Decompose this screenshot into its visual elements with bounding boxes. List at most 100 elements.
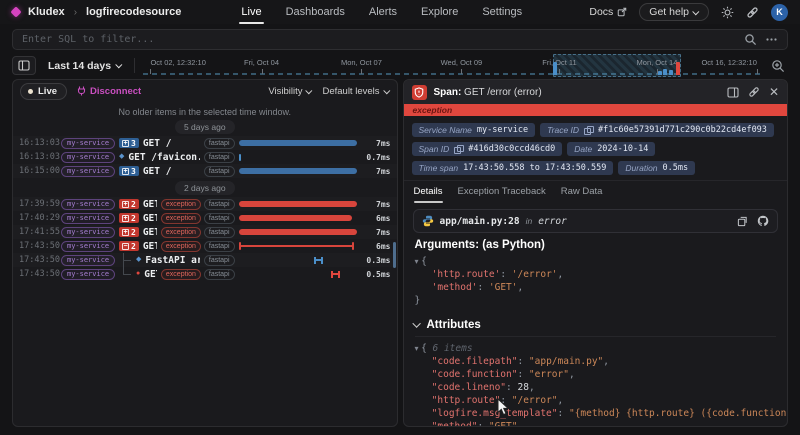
visibility-dropdown[interactable]: Visibility — [268, 86, 312, 97]
close-icon[interactable]: ✕ — [769, 86, 779, 98]
share-link-button[interactable] — [746, 6, 759, 19]
copy-icon[interactable] — [737, 216, 748, 227]
github-icon[interactable] — [757, 215, 769, 227]
code-token-key: "logfire.msg_template" — [432, 408, 558, 419]
service-cell: my-service — [61, 213, 119, 224]
span-title-text: GET /error (error) — [461, 87, 541, 98]
breadcrumb-org[interactable]: Kludex — [28, 6, 65, 18]
zoom-in-icon — [771, 59, 785, 73]
duration-label: 0.7ms — [357, 153, 397, 162]
meta-label: Trace ID — [547, 125, 579, 135]
trace-row[interactable]: 16:15:00my-service+3GET /fastapi7ms — [13, 164, 397, 178]
copy-icon[interactable] — [454, 145, 463, 154]
trace-row[interactable]: 17:43:50my-service●GET /error (error)exc… — [13, 267, 397, 281]
span-name: GET /error — [143, 199, 157, 210]
span-main-cell: −2 GET /error — [119, 241, 157, 252]
tag-list: exceptionfastapi — [161, 269, 235, 280]
expand-toggle[interactable]: −2 — [119, 241, 139, 251]
code-line: ▾ { — [415, 255, 777, 268]
row-timestamp: 17:39:59 — [13, 199, 61, 209]
diamond-marker-icon: ◆ — [119, 150, 124, 164]
span-detail-tabs: Details Exception Traceback Raw Data — [404, 180, 788, 202]
tree-connector-icon — [119, 253, 132, 267]
expand-toggle[interactable]: +3 — [119, 138, 139, 148]
attributes-heading[interactable]: Attributes — [415, 319, 777, 337]
meta-duration: Duration0.5ms — [618, 161, 695, 175]
detail-tab-raw-data[interactable]: Raw Data — [561, 181, 603, 203]
detail-tab-exception-traceback[interactable]: Exception Traceback — [458, 181, 546, 203]
exception-banner: exception — [404, 104, 788, 116]
more-options-icon[interactable] — [765, 33, 778, 46]
time-range-label: Last 14 days — [48, 60, 111, 72]
disconnect-button[interactable]: Disconnect — [77, 86, 141, 97]
meta-time-span: Time span17:43:50.558 to 17:43:50.559 — [412, 161, 614, 175]
span-name: GET /error — [143, 241, 157, 252]
timeline-date-label: Oct 16, 12:32:10 — [701, 58, 756, 67]
expand-box-icon: + — [122, 168, 129, 175]
code-token-key: "method" — [432, 421, 478, 427]
duration-bar-zone — [239, 165, 357, 178]
service-tag: my-service — [61, 213, 115, 224]
scrollbar-thumb[interactable] — [393, 242, 396, 268]
tab-dashboards[interactable]: Dashboards — [286, 0, 345, 24]
expand-toggle[interactable]: +2 — [119, 227, 139, 237]
default-levels-dropdown[interactable]: Default levels — [322, 86, 389, 97]
copy-icon[interactable] — [584, 126, 593, 135]
code-token-key: "http.route" — [432, 395, 501, 406]
arguments-heading-label: Arguments: — [415, 239, 480, 251]
chevron-down-icon — [306, 87, 313, 94]
expand-toggle[interactable]: +2 — [119, 199, 139, 209]
dock-panel-icon[interactable] — [727, 87, 739, 98]
search-icon[interactable] — [744, 33, 757, 46]
timeline-date-label: Fri, Oct 11 — [542, 58, 576, 67]
time-range-select[interactable]: Last 14 days — [44, 60, 126, 72]
trace-row[interactable]: 16:13:03my-service+3GET /fastapi7ms — [13, 136, 397, 150]
get-help-button[interactable]: Get help — [639, 3, 709, 21]
expand-toggle[interactable]: +3 — [119, 166, 139, 176]
trace-row[interactable]: 17:43:50my-service−2GET /errorexceptionf… — [13, 239, 397, 253]
code-line: "method": "GET", — [415, 420, 777, 427]
docs-link[interactable]: Docs — [589, 6, 627, 18]
detail-tab-details[interactable]: Details — [414, 181, 443, 203]
sidebar-toggle-button[interactable] — [12, 56, 36, 75]
timeline-date-label: Mon, Oct 14 — [637, 58, 678, 67]
tree-connector-icon — [119, 267, 132, 281]
tag-list: fastapi — [204, 166, 235, 177]
trace-row[interactable]: 17:39:59my-service+2GET /errorexceptionf… — [13, 197, 397, 211]
span-name: FastAPI arguments — [145, 255, 199, 266]
code-location-file[interactable]: app/main.py:28 — [440, 216, 520, 227]
theme-toggle-button[interactable] — [721, 6, 734, 19]
span-bar — [239, 140, 357, 146]
plug-icon — [77, 86, 86, 96]
code-token-key: "code.filepath" — [432, 356, 518, 367]
code-token-num: 28 — [517, 382, 528, 393]
user-avatar[interactable]: K — [771, 4, 788, 21]
expand-box-icon: + — [122, 201, 129, 208]
expand-toggle[interactable]: +2 — [119, 213, 139, 223]
code-token-key: "code.function" — [432, 369, 518, 380]
timeline-tick — [461, 69, 462, 74]
code-token-punct: , — [603, 356, 609, 367]
tab-live[interactable]: Live — [241, 0, 261, 24]
code-token-pre — [415, 282, 432, 293]
code-line: } — [415, 294, 777, 307]
timeline-track[interactable]: Oct 02, 12:32:10Fri, Oct 04Mon, Oct 07We… — [143, 54, 760, 77]
zoom-in-button[interactable] — [768, 56, 788, 76]
duration-bar-zone — [239, 268, 357, 281]
sql-filter-input[interactable] — [22, 34, 736, 45]
trace-row[interactable]: 16:13:03my-service◆GET /favicon.icofasta… — [13, 150, 397, 164]
tab-settings[interactable]: Settings — [482, 0, 522, 24]
meta-span-id: Span ID#416d30c0ccd46cd0 — [412, 142, 563, 156]
trace-row[interactable]: 17:40:29my-service+2GET /errorexceptionf… — [13, 211, 397, 225]
breadcrumb-project[interactable]: logfirecodesource — [86, 6, 181, 18]
span-bar — [239, 245, 355, 247]
tab-alerts[interactable]: Alerts — [369, 0, 397, 24]
code-token-str: '/error' — [512, 269, 558, 280]
topbar-tabs: Live Dashboards Alerts Explore Settings — [241, 0, 522, 24]
topbar-actions: Docs Get help K — [589, 3, 788, 21]
trace-row[interactable]: 17:41:55my-service+2GET /errorexceptionf… — [13, 225, 397, 239]
live-toggle[interactable]: Live — [20, 83, 67, 100]
tab-explore[interactable]: Explore — [421, 0, 458, 24]
trace-row[interactable]: 17:43:50my-service◆FastAPI argumentsfast… — [13, 253, 397, 267]
copy-link-icon[interactable] — [748, 86, 760, 98]
